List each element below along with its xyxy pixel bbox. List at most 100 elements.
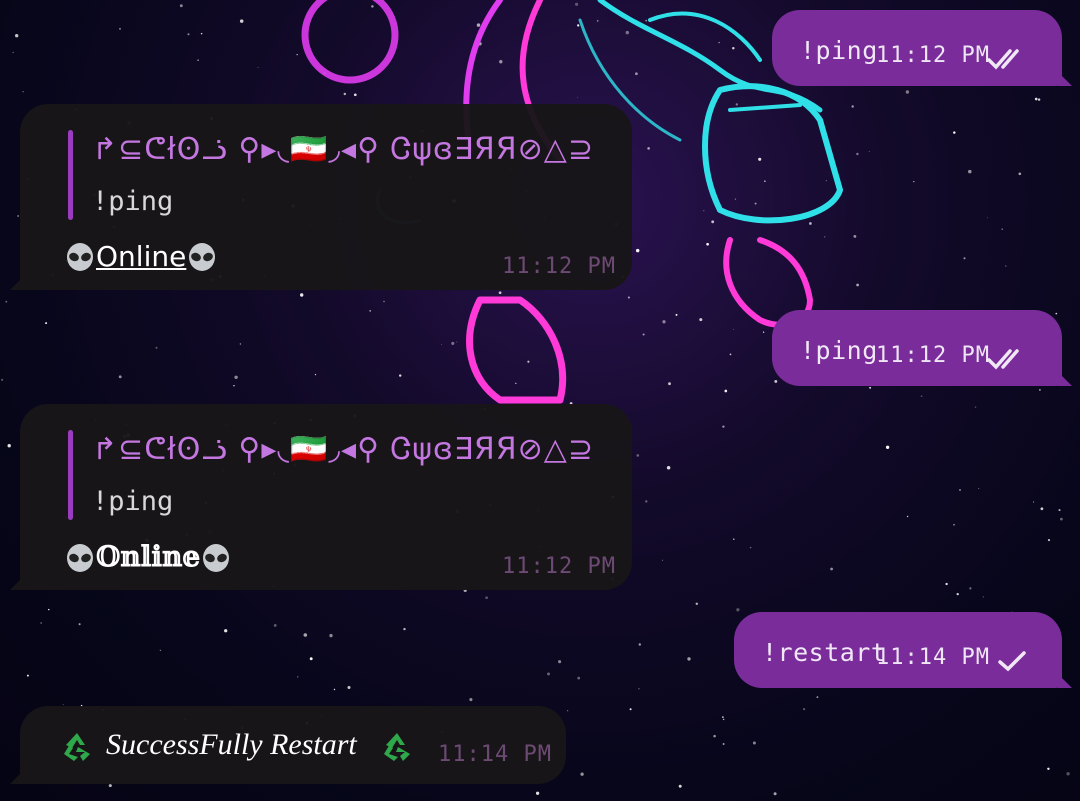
star [515,382,517,384]
star [1066,772,1070,776]
star [48,608,50,611]
star [706,242,709,246]
bubble-tail [10,770,24,784]
star [647,147,650,150]
star [1047,539,1051,542]
star [441,344,443,346]
incoming-message[interactable]: SuccessFully Restart 11:14 PM [10,706,566,784]
message-time: 11:12 PM [502,554,616,579]
star [296,54,298,56]
alien-emoji-icon [67,543,93,572]
star [749,546,752,549]
incoming-message[interactable]: ↱⊆ᕦłʘᓘ ⚲▸◟🇮🇷◞◂⚲ Ꮳψɞ∃ЯЯ⊘△⊇ !ping Online 1… [10,104,632,290]
star [645,500,648,503]
reply-quote-sender[interactable]: ↱⊆ᕦłʘᓘ ⚲▸◟🇮🇷◞◂⚲ Ꮳψɞ∃ЯЯ⊘△⊇ [92,432,594,467]
star [485,596,488,600]
star [257,66,259,69]
star [629,708,632,711]
star [369,310,372,312]
star [1005,265,1007,267]
star [718,41,720,44]
incoming-message[interactable]: ↱⊆ᕦłʘᓘ ⚲▸◟🇮🇷◞◂⚲ Ꮳψɞ∃ЯЯ⊘△⊇ !ping 𝕆𝕟𝕝𝕚𝕟𝕖 1… [10,404,632,590]
star [736,608,740,612]
star [668,382,671,386]
message-time: 11:12 PM [502,254,616,279]
star [78,623,81,626]
star [456,341,458,343]
star [1047,767,1050,771]
star [953,131,956,134]
message-time: 11:12 PM [876,343,990,368]
star [197,59,199,61]
outgoing-message[interactable]: !restart 11:14 PM [734,612,1072,688]
star [722,716,724,718]
star [802,707,806,711]
outgoing-message[interactable]: !ping 11:12 PM [772,10,1072,86]
star [959,489,961,491]
star [625,30,630,35]
star [309,657,313,661]
message-body: 𝕆𝕟𝕝𝕚𝕟𝕖 [64,540,232,575]
star [856,283,859,287]
bubble-tail [1058,72,1072,86]
star [906,515,909,518]
star [733,538,735,540]
star [735,103,738,106]
star [399,374,402,377]
star [945,582,948,586]
star [233,384,235,387]
reply-quote-bar [68,430,73,520]
star [635,72,638,76]
star [62,703,64,705]
star [711,220,715,224]
star [729,353,732,356]
star [575,2,579,6]
star [699,318,703,322]
star [15,34,19,38]
star [645,19,648,22]
star [732,46,735,50]
star [869,386,872,389]
star [978,487,980,489]
recycle-emoji-icon [64,733,90,761]
message-body: Online [64,240,218,274]
star [347,686,351,689]
star [675,313,678,316]
star [968,169,972,174]
star [733,329,734,331]
star [635,248,640,253]
star [986,217,988,219]
bubble-tail [10,576,24,590]
reply-quote-bar [68,130,73,220]
star [1033,501,1035,503]
star [830,567,833,571]
star [856,152,859,156]
star [535,791,540,795]
star [809,222,812,225]
star [234,375,238,379]
outgoing-message[interactable]: !ping 11:12 PM [772,310,1072,386]
alien-emoji-icon [67,243,93,271]
message-time: 11:14 PM [438,742,552,767]
star [40,622,42,624]
star [371,5,374,8]
star [580,772,584,776]
star [678,784,682,788]
star [722,743,725,745]
star [636,454,640,457]
message-text: !restart [762,638,887,667]
star [963,257,966,260]
star [913,180,915,183]
reply-quote-sender[interactable]: ↱⊆ᕦłʘᓘ ⚲▸◟🇮🇷◞◂⚲ Ꮳψɞ∃ЯЯ⊘△⊇ [92,132,594,167]
message-time: 11:14 PM [876,645,990,670]
star [974,406,977,408]
star [155,346,158,349]
star [333,688,336,691]
star [383,300,385,303]
star [1001,228,1004,231]
star [1055,312,1058,315]
star [119,28,121,30]
star [695,602,699,606]
star [734,198,736,200]
star [703,210,705,212]
